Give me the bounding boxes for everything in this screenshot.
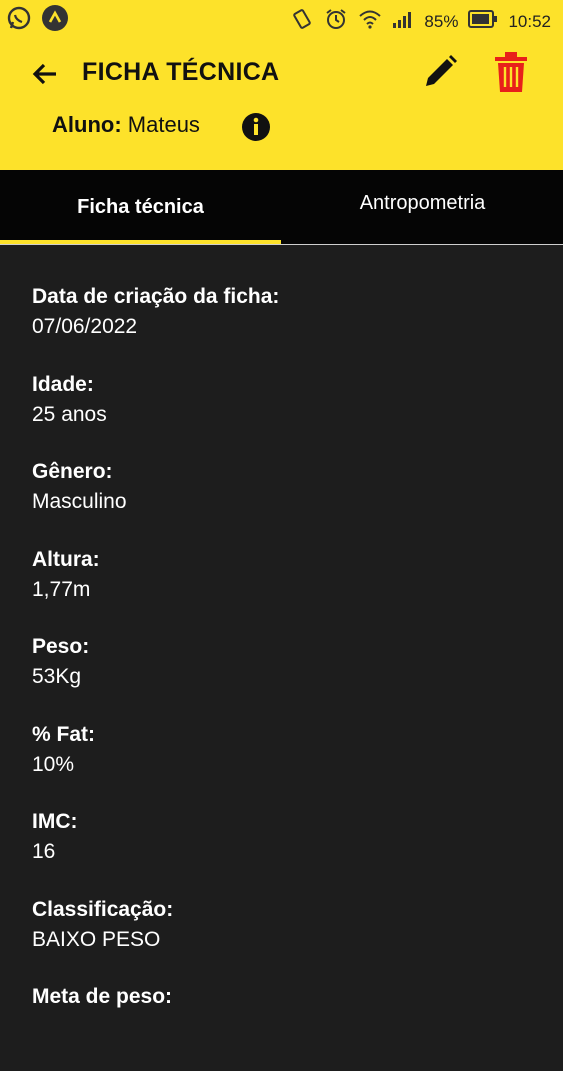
whatsapp-icon	[6, 5, 32, 31]
clock: 10:52	[508, 11, 551, 31]
tab-ficha-tecnica[interactable]: Ficha técnica	[0, 170, 281, 244]
field-label: Altura:	[32, 547, 100, 571]
list-item: Classificação: BAIXO PESO	[32, 896, 279, 984]
field-value: 53Kg	[32, 665, 82, 688]
field-value: 10%	[32, 752, 75, 776]
edit-icon[interactable]	[420, 52, 460, 92]
vibrate-icon	[290, 8, 314, 35]
list-item: Data de criação da ficha: 07/06/2022	[32, 283, 279, 371]
list-item: Gênero: Masculino	[32, 458, 279, 546]
info-icon[interactable]	[241, 112, 271, 142]
field-label: IMC:	[32, 810, 78, 833]
trash-icon[interactable]	[492, 50, 530, 94]
field-label: % Fat:	[32, 722, 95, 746]
alarm-icon	[324, 7, 348, 36]
field-value: Masculino	[32, 490, 127, 513]
tab-bar: Ficha técnica Antropometria	[0, 170, 563, 245]
list-item: Meta de peso:	[32, 983, 279, 1071]
battery-icon	[468, 10, 498, 33]
details-list: Data de criação da ficha: 07/06/2022 Ida…	[32, 283, 279, 1071]
field-value: 16	[32, 840, 56, 863]
field-value: 1,77m	[32, 577, 91, 601]
student-name: Mateus	[127, 112, 200, 137]
student-label: Aluno:	[52, 112, 122, 137]
tab-antropometria[interactable]: Antropometria	[282, 166, 563, 240]
back-arrow-icon[interactable]	[30, 58, 62, 90]
field-label: Data de criação da ficha:	[32, 285, 280, 308]
field-value: 25 anos	[32, 402, 107, 426]
field-label: Peso:	[32, 635, 90, 658]
field-label: Classificação:	[32, 897, 174, 921]
field-label: Gênero:	[32, 460, 113, 483]
status-bar: 85% 10:52	[0, 0, 563, 38]
list-item: Idade: 25 anos	[32, 371, 279, 459]
list-item: Peso: 53Kg	[32, 633, 279, 721]
student-info: Aluno: Mateus	[52, 112, 200, 138]
app-bar: FICHA TÉCNICA Aluno: Mateus	[0, 38, 563, 170]
field-label: Meta de peso:	[32, 985, 173, 1008]
signal-icon	[392, 10, 414, 33]
list-item: IMC: 16	[32, 808, 279, 896]
page-title: FICHA TÉCNICA	[82, 58, 280, 86]
wifi-icon	[358, 9, 382, 34]
field-label: Idade:	[32, 372, 94, 396]
battery-percent: 85%	[424, 11, 459, 31]
field-value: 07/06/2022	[32, 315, 138, 338]
field-value: BAIXO PESO	[32, 927, 161, 951]
list-item: % Fat: 10%	[32, 721, 279, 809]
app-logo-icon	[42, 5, 68, 31]
list-item: Altura: 1,77m	[32, 546, 279, 634]
